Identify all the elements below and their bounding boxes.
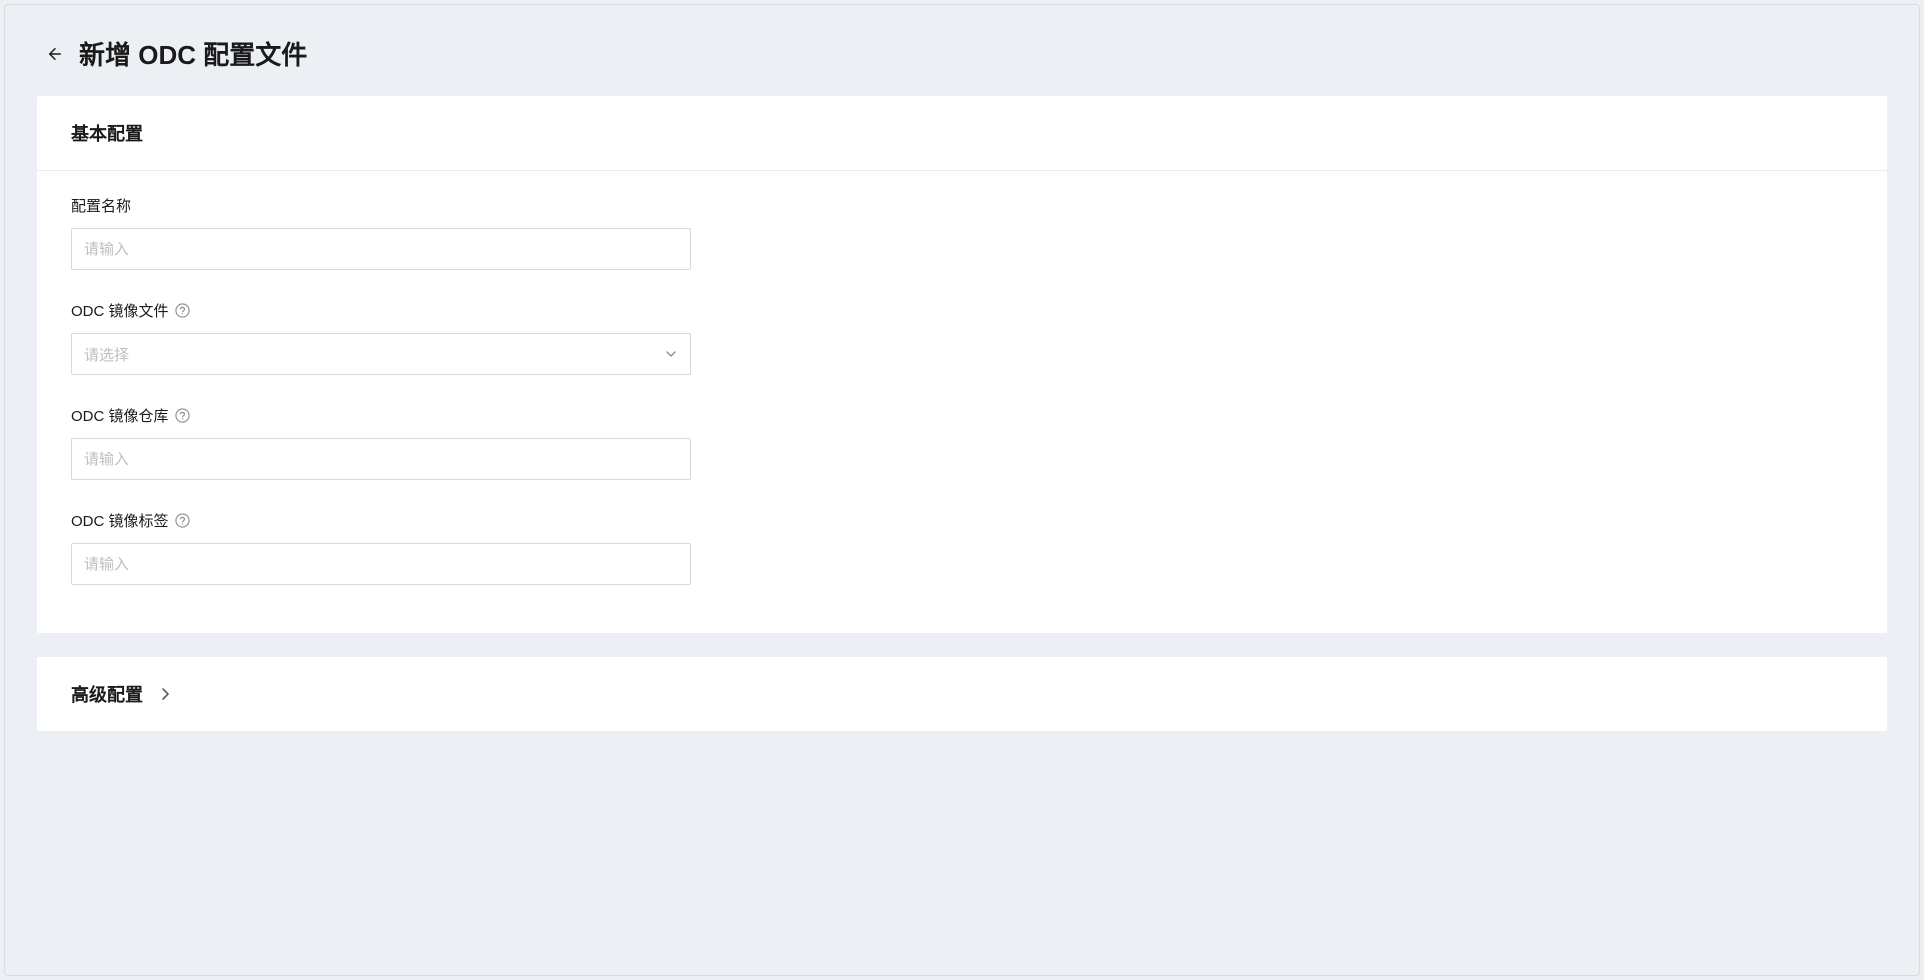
chevron-right-icon: [159, 687, 173, 701]
basic-config-header: 基本配置: [37, 96, 1887, 171]
image-repo-label-text: ODC 镜像仓库: [71, 405, 169, 426]
help-icon[interactable]: [175, 408, 190, 423]
chevron-down-icon: [664, 347, 678, 361]
page-wrapper: 新增 ODC 配置文件 基本配置 配置名称 ODC 镜像文件: [4, 4, 1920, 976]
image-file-label-text: ODC 镜像文件: [71, 300, 169, 321]
basic-config-body: 配置名称 ODC 镜像文件 请选择: [37, 171, 1887, 633]
page-title: 新增 ODC 配置文件: [79, 35, 307, 72]
form-item-image-file: ODC 镜像文件 请选择: [71, 300, 1853, 375]
form-item-config-name: 配置名称: [71, 195, 1853, 270]
image-tag-input[interactable]: [71, 543, 691, 585]
config-name-label: 配置名称: [71, 195, 1853, 216]
image-tag-label: ODC 镜像标签: [71, 510, 1853, 531]
advanced-config-card[interactable]: 高级配置: [37, 657, 1887, 731]
form-item-image-tag: ODC 镜像标签: [71, 510, 1853, 585]
config-name-label-text: 配置名称: [71, 195, 131, 216]
config-name-input[interactable]: [71, 228, 691, 270]
back-arrow-icon[interactable]: [45, 44, 65, 64]
advanced-config-title: 高级配置: [71, 681, 143, 707]
page-header: 新增 ODC 配置文件: [5, 5, 1919, 96]
image-file-select-placeholder: 请选择: [84, 344, 129, 365]
image-file-label: ODC 镜像文件: [71, 300, 1853, 321]
basic-config-title: 基本配置: [71, 120, 1853, 146]
help-icon[interactable]: [175, 513, 190, 528]
help-icon[interactable]: [175, 303, 190, 318]
image-repo-input[interactable]: [71, 438, 691, 480]
basic-config-card: 基本配置 配置名称 ODC 镜像文件: [37, 96, 1887, 633]
form-item-image-repo: ODC 镜像仓库: [71, 405, 1853, 480]
image-tag-label-text: ODC 镜像标签: [71, 510, 169, 531]
image-repo-label: ODC 镜像仓库: [71, 405, 1853, 426]
image-file-select[interactable]: 请选择: [71, 333, 691, 375]
